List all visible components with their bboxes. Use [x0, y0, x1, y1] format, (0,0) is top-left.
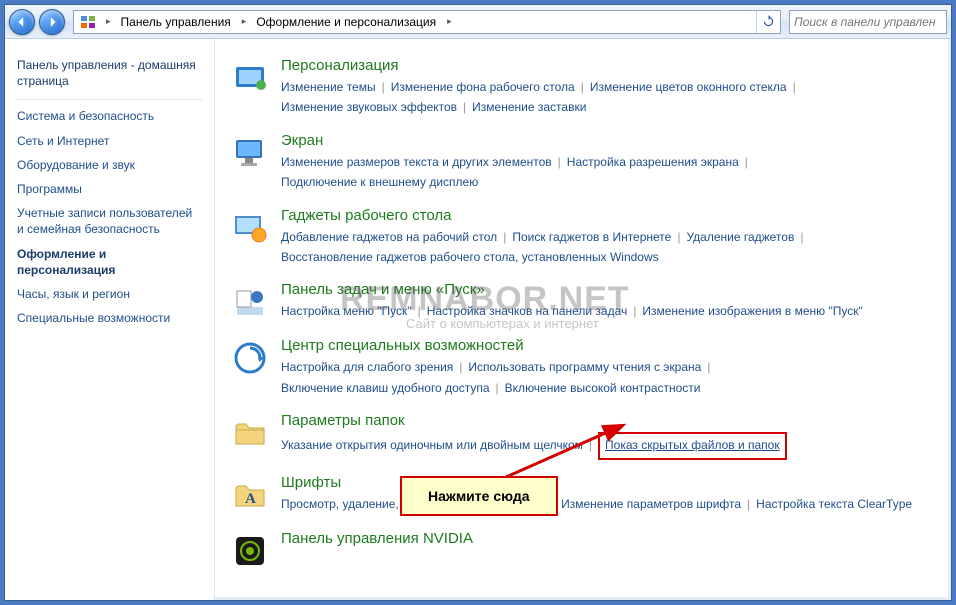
category-link[interactable]: Изменение заставки [472, 100, 586, 114]
separator: | [707, 360, 710, 374]
separator: | [382, 80, 385, 94]
category-title[interactable]: Гаджеты рабочего стола [281, 207, 923, 224]
chevron-right-icon[interactable]: ▸ [443, 16, 456, 27]
separator: | [793, 80, 796, 94]
category-link[interactable]: Настройка меню "Пуск" [281, 304, 412, 318]
separator: | [745, 155, 748, 169]
callout-box: Нажмите сюда [400, 476, 558, 516]
highlighted-link-box: Показ скрытых файлов и папок [598, 432, 787, 459]
category: A Шрифты Просмотр, удаление, показ и скрыт… [229, 474, 923, 516]
separator: | [558, 155, 561, 169]
sidebar-item[interactable]: Программы [15, 177, 204, 201]
back-button[interactable] [9, 9, 35, 35]
sidebar-home-link[interactable]: Панель управления - домашняя страница [15, 53, 204, 93]
category-link[interactable]: Включение клавиш удобного доступа [281, 381, 490, 395]
control-panel-icon [78, 12, 98, 32]
chevron-right-icon[interactable]: ▸ [102, 16, 115, 27]
category-title[interactable]: Панель задач и меню «Пуск» [281, 281, 923, 298]
separator: | [800, 230, 803, 244]
category: Персонализация Изменение темы | Изменение ф… [229, 57, 923, 118]
main-panel: Персонализация Изменение темы | Изменение ф… [215, 39, 951, 600]
category-title[interactable]: Центр специальных возможностей [281, 337, 923, 354]
sidebar-item[interactable]: Оборудование и звук [15, 153, 204, 177]
category-link[interactable]: Подключение к внешнему дисплею [281, 175, 478, 189]
address-bar[interactable]: ▸ Панель управления ▸ Оформление и персо… [73, 10, 781, 34]
category-link[interactable]: Удаление гаджетов [686, 230, 794, 244]
category-title[interactable]: Экран [281, 132, 923, 149]
category-icon: A [229, 474, 271, 516]
category-title[interactable]: Параметры папок [281, 412, 923, 429]
category-link[interactable]: Поиск гаджетов в Интернете [512, 230, 671, 244]
breadcrumb-segment[interactable]: Панель управления [115, 11, 238, 33]
category-title[interactable]: Панель управления NVIDIA [281, 530, 923, 547]
sidebar-item[interactable]: Система и безопасность [15, 104, 204, 128]
category: Панель задач и меню «Пуск» Настройка меню… [229, 281, 923, 323]
category-link[interactable]: Изменение темы [281, 80, 376, 94]
category: Параметры папок Указание открытия одиночн… [229, 412, 923, 459]
category-link[interactable]: Настройка значков на панели задач [427, 304, 628, 318]
forward-button[interactable] [39, 9, 65, 35]
sidebar-item[interactable]: Часы, язык и регион [15, 282, 204, 306]
category-icon [229, 57, 271, 99]
separator: | [633, 304, 636, 318]
category-links: Указание открытия одиночным или двойным … [281, 432, 923, 459]
category-links: Настройка меню "Пуск" | Настройка значков … [281, 301, 923, 321]
category: Гаджеты рабочего стола Добавление гаджето… [229, 207, 923, 268]
category-links: Настройка для слабого зрения | Использоват… [281, 357, 923, 398]
separator: | [463, 100, 466, 114]
sidebar-item[interactable]: Учетные записи пользователей и семейная … [15, 201, 204, 241]
search-box[interactable] [789, 10, 947, 34]
category-link[interactable]: Изменение изображения в меню "Пуск" [642, 304, 862, 318]
category-links: Изменение темы | Изменение фона рабочего с… [281, 77, 923, 118]
separator: | [589, 438, 592, 452]
svg-text:A: A [245, 491, 256, 507]
category-title[interactable]: Персонализация [281, 57, 923, 74]
category-link[interactable]: Изменение параметров шрифта [561, 497, 741, 511]
chevron-right-icon[interactable]: ▸ [238, 16, 251, 27]
toolbar: ▸ Панель управления ▸ Оформление и персо… [5, 5, 951, 39]
category: Панель управления NVIDIA [229, 530, 923, 572]
category-link[interactable]: Изменение звуковых эффектов [281, 100, 457, 114]
search-input[interactable] [794, 15, 942, 29]
sidebar-item[interactable]: Сеть и Интернет [15, 129, 204, 153]
category: Экран Изменение размеров текста и других … [229, 132, 923, 193]
category-link[interactable]: Указание открытия одиночным или двойным … [281, 438, 583, 452]
category-link[interactable]: Настройка текста ClearType [756, 497, 912, 511]
category-link[interactable]: Настройка разрешения экрана [567, 155, 739, 169]
separator: | [459, 360, 462, 374]
divider [17, 99, 202, 100]
category-title[interactable]: Шрифты [281, 474, 923, 491]
category-icon [229, 412, 271, 454]
refresh-button[interactable] [756, 11, 780, 33]
category-link[interactable]: Показ скрытых файлов и папок [605, 438, 780, 452]
category-link[interactable]: Включение высокой контрастности [505, 381, 701, 395]
category-link[interactable]: Изменение фона рабочего стола [391, 80, 575, 94]
separator: | [747, 497, 750, 511]
category-links: Изменение размеров текста и других элеме… [281, 152, 923, 193]
category-link[interactable]: Настройка для слабого зрения [281, 360, 453, 374]
sidebar-item[interactable]: Специальные возможности [15, 306, 204, 330]
category-links: Просмотр, удаление, показ и скрытие шриф… [281, 494, 923, 514]
breadcrumb-segment[interactable]: Оформление и персонализация [250, 11, 443, 33]
category-links: Добавление гаджетов на рабочий стол | Поис… [281, 227, 923, 268]
category-icon [229, 530, 271, 572]
category-icon [229, 207, 271, 249]
category-icon [229, 132, 271, 174]
category: Центр специальных возможностей Настройка … [229, 337, 923, 398]
category-link[interactable]: Добавление гаджетов на рабочий стол [281, 230, 497, 244]
category-icon [229, 281, 271, 323]
separator: | [677, 230, 680, 244]
separator: | [496, 381, 499, 395]
category-link[interactable]: Изменение размеров текста и других элеме… [281, 155, 552, 169]
separator: | [581, 80, 584, 94]
separator: | [418, 304, 421, 318]
sidebar: Панель управления - домашняя страница Си… [5, 39, 215, 600]
category-link[interactable]: Восстановление гаджетов рабочего стола, … [281, 250, 659, 264]
separator: | [503, 230, 506, 244]
category-link[interactable]: Изменение цветов оконного стекла [590, 80, 787, 94]
sidebar-item[interactable]: Оформление и персонализация [15, 242, 204, 282]
category-link[interactable]: Использовать программу чтения с экрана [468, 360, 701, 374]
category-icon [229, 337, 271, 379]
